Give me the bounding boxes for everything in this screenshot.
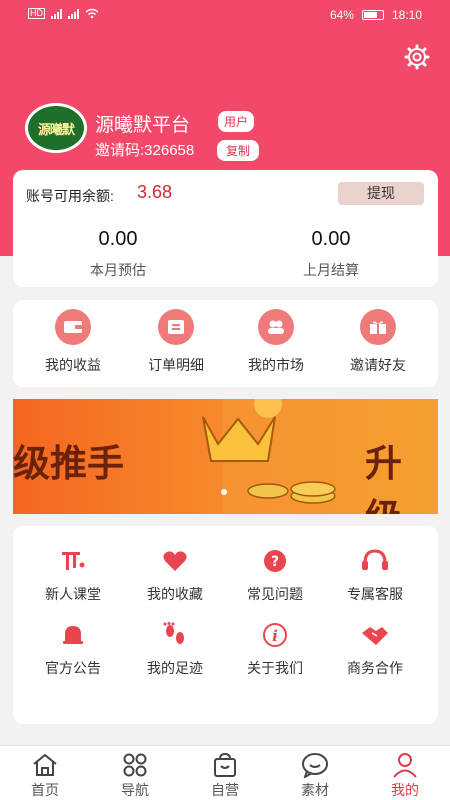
tab-label: 我的	[391, 782, 419, 798]
chat-bubble-icon	[280, 751, 350, 779]
quick-link-label: 订单明细	[148, 357, 204, 373]
wallet-icon	[55, 309, 91, 345]
carousel-indicator	[221, 489, 227, 495]
handshake-icon	[359, 620, 391, 650]
service-label: 官方公告	[45, 660, 101, 676]
bottom-tab-bar: 首页 导航 自营 素材 我的	[0, 745, 450, 800]
question-icon: ?	[259, 546, 291, 576]
tab-self-operated[interactable]: 自营	[190, 751, 260, 800]
role-badge: 用户	[218, 111, 255, 132]
quick-link-market[interactable]: 我的市场	[231, 309, 321, 375]
signal-icon	[51, 8, 62, 19]
service-label: 我的收藏	[147, 586, 203, 602]
quick-links-card: 我的收益 订单明细 我的市场 邀请好友	[13, 300, 438, 387]
balance-card: 账号可用余额: 3.68 提现 0.00 本月预估 0.00 上月结算	[13, 170, 438, 287]
quick-link-label: 我的市场	[248, 357, 304, 373]
balance-amount: 3.68	[137, 182, 173, 202]
service-newbie-class[interactable]: 新人课堂	[23, 546, 123, 604]
status-bar: HD 64% 18:10	[0, 0, 450, 30]
tab-label: 首页	[31, 782, 59, 798]
settings-gear-icon[interactable]	[404, 44, 430, 70]
stat-label: 上月结算	[303, 262, 359, 278]
quick-link-orders[interactable]: 订单明细	[131, 309, 221, 375]
quick-link-label: 我的收益	[45, 357, 101, 373]
market-people-icon	[258, 309, 294, 345]
banner-right-text: 升级	[365, 443, 402, 514]
heart-icon	[159, 546, 191, 576]
service-announcements[interactable]: 官方公告	[23, 620, 123, 678]
headset-icon	[359, 546, 391, 576]
stat-label: 本月预估	[90, 262, 146, 278]
service-label: 常见问题	[247, 586, 303, 602]
classroom-icon	[57, 546, 89, 576]
tab-home[interactable]: 首页	[10, 751, 80, 800]
tab-label: 素材	[301, 782, 329, 798]
copy-invite-button[interactable]: 复制	[217, 140, 260, 161]
service-about-us[interactable]: i 关于我们	[225, 620, 325, 678]
service-footprints[interactable]: 我的足迹	[125, 620, 225, 678]
status-right: 64% 18:10	[330, 8, 422, 22]
footprint-icon	[159, 620, 191, 650]
service-customer-support[interactable]: 专属客服	[325, 546, 425, 604]
service-label: 关于我们	[247, 660, 303, 676]
battery-icon	[361, 10, 384, 20]
quick-link-invite[interactable]: 邀请好友	[333, 309, 423, 375]
service-business[interactable]: 商务合作	[325, 620, 425, 678]
hd-icon: HD	[28, 8, 45, 19]
shopping-bag-icon	[190, 751, 260, 779]
stat-last-month[interactable]: 0.00 上月结算	[251, 228, 411, 280]
bell-icon	[57, 620, 89, 650]
services-card: 新人课堂 我的收藏 ? 常见问题 专属客服 官方公告 我的足迹 i 关于我们 商…	[13, 526, 438, 724]
quick-link-earnings[interactable]: 我的收益	[28, 309, 118, 375]
avatar[interactable]: 源曦默	[25, 103, 87, 153]
svg-text:i: i	[272, 627, 278, 645]
service-favorites[interactable]: 我的收藏	[125, 546, 225, 604]
gift-icon	[360, 309, 396, 345]
grid-icon	[100, 751, 170, 779]
stat-this-month[interactable]: 0.00 本月预估	[38, 228, 198, 280]
user-icon	[370, 751, 440, 779]
order-list-icon	[158, 309, 194, 345]
service-label: 专属客服	[347, 586, 403, 602]
tab-navigation[interactable]: 导航	[100, 751, 170, 800]
quick-link-label: 邀请好友	[350, 357, 406, 373]
tab-label: 自营	[211, 782, 239, 798]
signal-icon-2	[68, 8, 79, 19]
info-icon: i	[259, 620, 291, 650]
avatar-logo-text: 源曦默	[37, 122, 75, 138]
invite-code: 邀请码:326658	[95, 142, 195, 159]
service-label: 新人课堂	[45, 586, 101, 602]
service-faq[interactable]: ? 常见问题	[225, 546, 325, 604]
banner-left-text: 级推手	[13, 443, 124, 484]
promo-banner[interactable]: 级推手 升级	[13, 399, 438, 514]
battery-percent: 64%	[329, 8, 354, 22]
tab-mine[interactable]: 我的	[370, 751, 440, 800]
service-label: 我的足迹	[147, 660, 203, 676]
stat-value: 0.00	[311, 228, 351, 250]
service-label: 商务合作	[347, 660, 403, 676]
wifi-icon	[85, 8, 99, 19]
tab-label: 导航	[121, 782, 149, 798]
tab-materials[interactable]: 素材	[280, 751, 350, 800]
signal-indicators: HD	[28, 8, 99, 19]
stat-value: 0.00	[98, 228, 138, 250]
clock: 18:10	[391, 8, 422, 22]
home-icon	[10, 751, 80, 779]
withdraw-button[interactable]: 提现	[338, 182, 424, 205]
username: 源曦默平台	[95, 115, 191, 136]
balance-label: 账号可用余额:	[26, 188, 114, 204]
svg-text:?: ?	[271, 554, 279, 570]
